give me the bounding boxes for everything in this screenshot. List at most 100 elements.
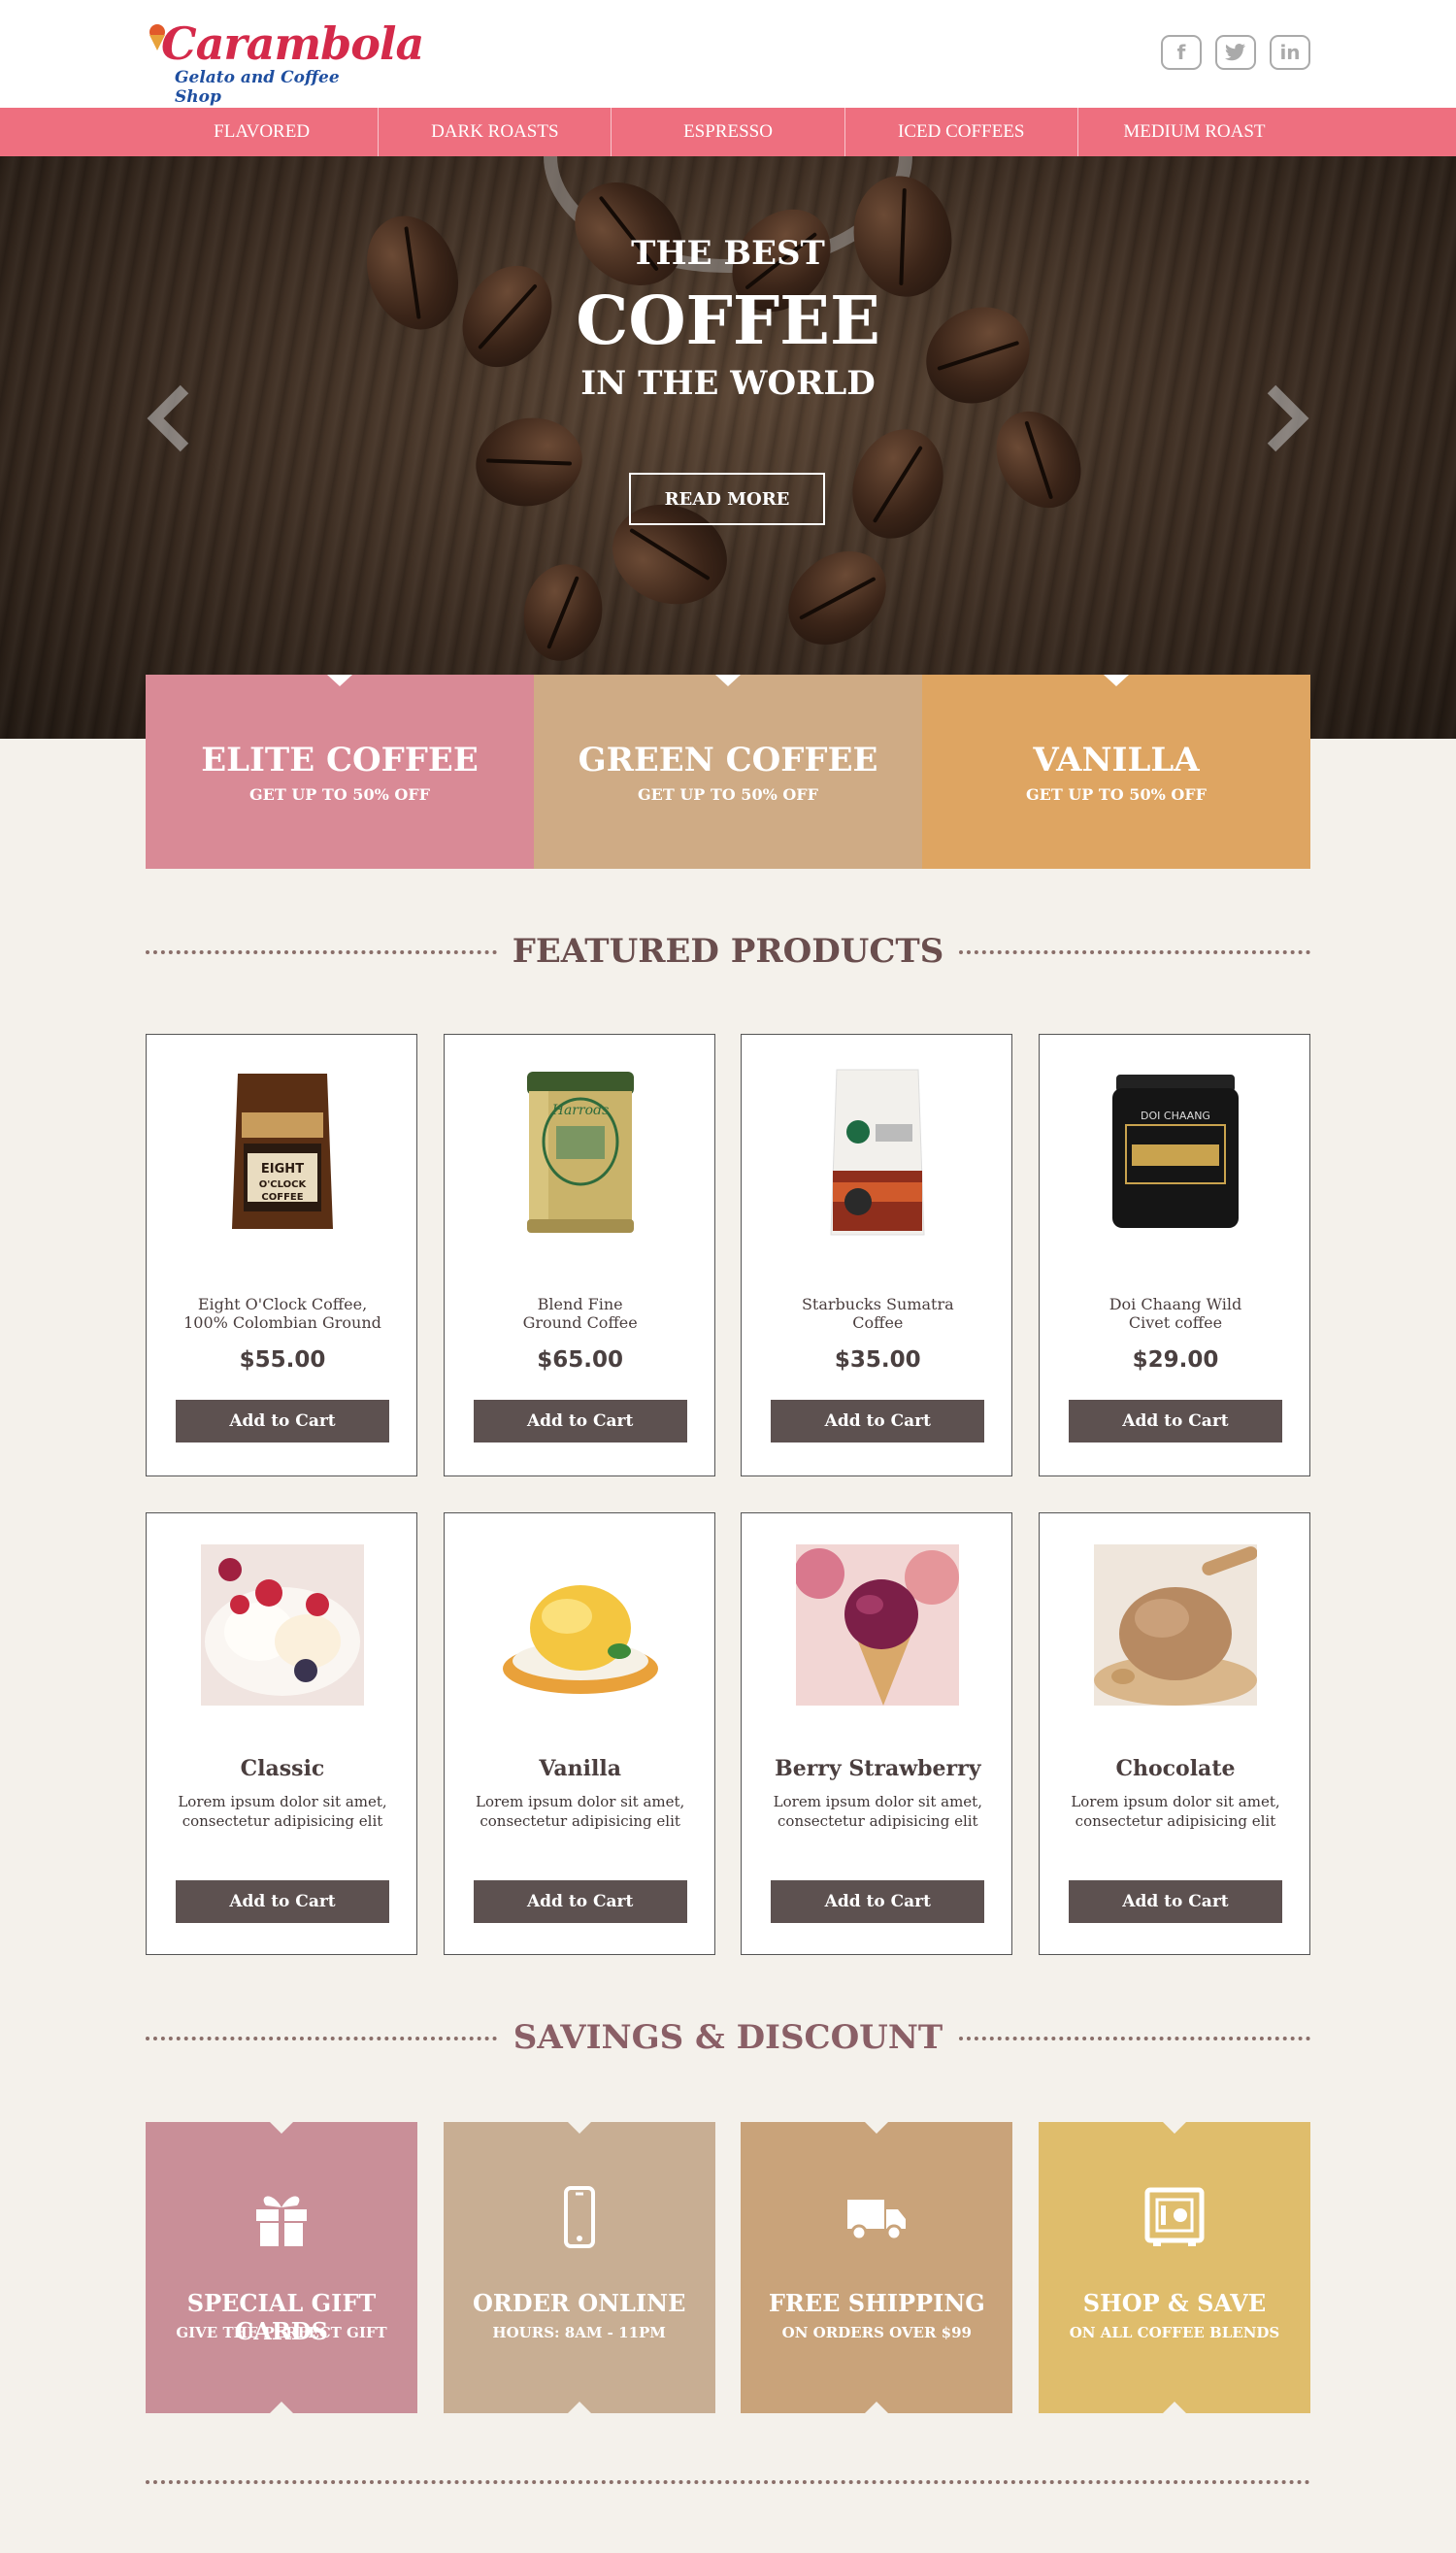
product-description: Lorem ipsum dolor sit amet, consectetur … <box>464 1792 697 1831</box>
product-price: $29.00 <box>1132 1347 1219 1373</box>
tile-subtitle: ON ORDERS OVER $99 <box>781 2324 972 2341</box>
section-title: SAVINGS & DISCOUNT <box>513 2018 943 2057</box>
add-to-cart-button[interactable]: Add to Cart <box>1068 1400 1282 1442</box>
tile-title: ORDER ONLINE <box>472 2289 686 2317</box>
nav-item-medium-roast[interactable]: MEDIUM ROAST <box>1078 108 1310 156</box>
svg-text:O'CLOCK: O'CLOCK <box>259 1179 308 1190</box>
product-name-line: Blend Fine <box>537 1295 623 1313</box>
description-line: Lorem ipsum dolor sit amet, <box>1071 1793 1280 1810</box>
add-to-cart-button[interactable]: Add to Cart <box>1068 1880 1282 1923</box>
product-description: Lorem ipsum dolor sit amet, consectetur … <box>1059 1792 1292 1831</box>
promo-elite-coffee[interactable]: ELITE COFFEE GET UP TO 50% OFF <box>146 675 534 869</box>
description-line: consectetur adipisicing elit <box>778 1812 978 1830</box>
savings-tile-free-shipping[interactable]: FREE SHIPPING ON ORDERS OVER $99 <box>741 2122 1013 2413</box>
savings-heading: SAVINGS & DISCOUNT <box>146 2013 1310 2062</box>
read-more-button[interactable]: READ MORE <box>629 473 825 525</box>
product-card: EIGHT O'CLOCK COFFEE Eight O'Clock Coffe… <box>146 1034 417 1476</box>
footer-divider <box>146 2480 1310 2484</box>
product-name[interactable]: Eight O'Clock Coffee, 100% Colombian Gro… <box>156 1295 409 1332</box>
product-price: $65.00 <box>537 1347 624 1373</box>
product-name[interactable]: Vanilla <box>445 1756 716 1781</box>
gelato-chocolate-image <box>1093 1544 1257 1706</box>
product-name[interactable]: Doi Chaang Wild Civet coffee <box>1049 1295 1302 1332</box>
hero-headline: COFFEE <box>576 282 880 360</box>
safe-icon <box>1144 2187 1205 2246</box>
logo[interactable]: Carambola Gelato and Coffee Shop <box>144 17 424 107</box>
gelato-vanilla-image <box>498 1544 662 1706</box>
hero-kicker: THE BEST <box>631 234 825 273</box>
product-grid: EIGHT O'CLOCK COFFEE Eight O'Clock Coffe… <box>146 1034 1310 1476</box>
description-line: Lorem ipsum dolor sit amet, <box>476 1793 685 1810</box>
product-name[interactable]: Starbucks Sumatra Coffee <box>751 1295 1004 1332</box>
add-to-cart-button[interactable]: Add to Cart <box>473 1880 687 1923</box>
nav-item-iced-coffees[interactable]: ICED COFFEES <box>845 108 1078 156</box>
promo-banner: ELITE COFFEE GET UP TO 50% OFF GREEN COF… <box>146 675 1310 869</box>
promo-green-coffee[interactable]: GREEN COFFEE GET UP TO 50% OFF <box>534 675 922 869</box>
promo-title: VANILLA <box>1033 740 1200 779</box>
tile-title: SHOP & SAVE <box>1082 2289 1267 2317</box>
promo-subtitle: GET UP TO 50% OFF <box>249 784 430 804</box>
product-card: Vanilla Lorem ipsum dolor sit amet, cons… <box>443 1512 716 1955</box>
description-line: Lorem ipsum dolor sit amet, <box>178 1793 387 1810</box>
coffee-tin-image: Harrods <box>499 1064 662 1239</box>
coffee-bean-image <box>838 416 958 551</box>
product-card: DOI CHAANG Doi Chaang Wild Civet coffee … <box>1038 1034 1310 1476</box>
twitter-icon[interactable] <box>1215 35 1256 70</box>
product-price: $55.00 <box>239 1347 326 1373</box>
product-name-line: 100% Colombian Ground <box>183 1313 381 1332</box>
nav-item-espresso[interactable]: ESPRESSO <box>612 108 845 156</box>
product-name[interactable]: Classic <box>147 1756 418 1781</box>
product-name[interactable]: Blend Fine Ground Coffee <box>454 1295 707 1332</box>
add-to-cart-button[interactable]: Add to Cart <box>176 1880 389 1923</box>
coffee-tin-image: DOI CHAANG <box>1094 1064 1257 1239</box>
add-to-cart-button[interactable]: Add to Cart <box>176 1400 389 1442</box>
site-header: Carambola Gelato and Coffee Shop f in <box>0 0 1456 108</box>
promo-title: GREEN COFFEE <box>578 740 878 779</box>
product-card: Starbucks Sumatra Coffee $35.00 Add to C… <box>741 1034 1013 1476</box>
coffee-bean-image <box>469 410 589 514</box>
promo-title: ELITE COFFEE <box>201 740 479 779</box>
main-nav: FLAVORED DARK ROASTS ESPRESSO ICED COFFE… <box>0 108 1456 156</box>
gelato-grid: Classic Lorem ipsum dolor sit amet, cons… <box>146 1512 1310 1955</box>
product-card: Chocolate Lorem ipsum dolor sit amet, co… <box>1038 1512 1311 1955</box>
linkedin-icon[interactable]: in <box>1270 35 1310 70</box>
savings-tile-order-online[interactable]: ORDER ONLINE HOURS: 8AM - 11PM <box>443 2122 715 2413</box>
tile-subtitle: HOURS: 8AM - 11PM <box>492 2324 666 2341</box>
coffee-bean-image <box>515 557 611 668</box>
product-name[interactable]: Chocolate <box>1040 1756 1311 1781</box>
product-card: Berry Strawberry Lorem ipsum dolor sit a… <box>741 1512 1013 1955</box>
featured-heading: FEATURED PRODUCTS <box>146 927 1310 976</box>
svg-text:DOI CHAANG: DOI CHAANG <box>1141 1110 1210 1122</box>
product-description: Lorem ipsum dolor sit amet, consectetur … <box>166 1792 399 1831</box>
gelato-classic-image <box>201 1544 364 1706</box>
product-name-line: Ground Coffee <box>522 1313 638 1332</box>
coffee-bean-image <box>979 396 1098 523</box>
product-name-line: Doi Chaang Wild <box>1109 1295 1242 1313</box>
description-line: consectetur adipisicing elit <box>182 1812 383 1830</box>
facebook-icon[interactable]: f <box>1161 35 1202 70</box>
truck-icon <box>847 2200 907 2241</box>
savings-tile-gift-cards[interactable]: SPECIAL GIFT CARDS GIVE THE PERFECT GIFT <box>146 2122 417 2413</box>
gelato-berry-strawberry-image <box>796 1544 960 1706</box>
savings-tile-shop-save[interactable]: SHOP & SAVE ON ALL COFFEE BLENDS <box>1038 2122 1310 2413</box>
nav-item-dark-roasts[interactable]: DARK ROASTS <box>379 108 612 156</box>
gift-icon <box>256 2196 307 2246</box>
phone-icon <box>563 2186 595 2248</box>
add-to-cart-button[interactable]: Add to Cart <box>473 1400 687 1442</box>
social-links: f in <box>1161 35 1310 70</box>
hero-subline: IN THE WORLD <box>580 364 876 403</box>
add-to-cart-button[interactable]: Add to Cart <box>771 1880 985 1923</box>
product-name[interactable]: Berry Strawberry <box>742 1756 1013 1781</box>
savings-tiles: SPECIAL GIFT CARDS GIVE THE PERFECT GIFT… <box>146 2122 1310 2413</box>
promo-subtitle: GET UP TO 50% OFF <box>638 784 818 804</box>
add-to-cart-button[interactable]: Add to Cart <box>771 1400 985 1442</box>
coffee-bean-image <box>770 532 905 664</box>
promo-vanilla[interactable]: VANILLA GET UP TO 50% OFF <box>922 675 1310 869</box>
product-card: Harrods Blend Fine Ground Coffee $65.00 … <box>443 1034 715 1476</box>
coffee-bag-image <box>796 1064 959 1239</box>
product-name-line: Civet coffee <box>1128 1313 1223 1332</box>
hero-slider: THE BEST COFFEE IN THE WORLD READ MORE <box>0 156 1456 739</box>
nav-item-flavored[interactable]: FLAVORED <box>146 108 380 156</box>
product-name-line: Coffee <box>852 1313 904 1332</box>
product-name-line: Eight O'Clock Coffee, <box>197 1295 368 1313</box>
